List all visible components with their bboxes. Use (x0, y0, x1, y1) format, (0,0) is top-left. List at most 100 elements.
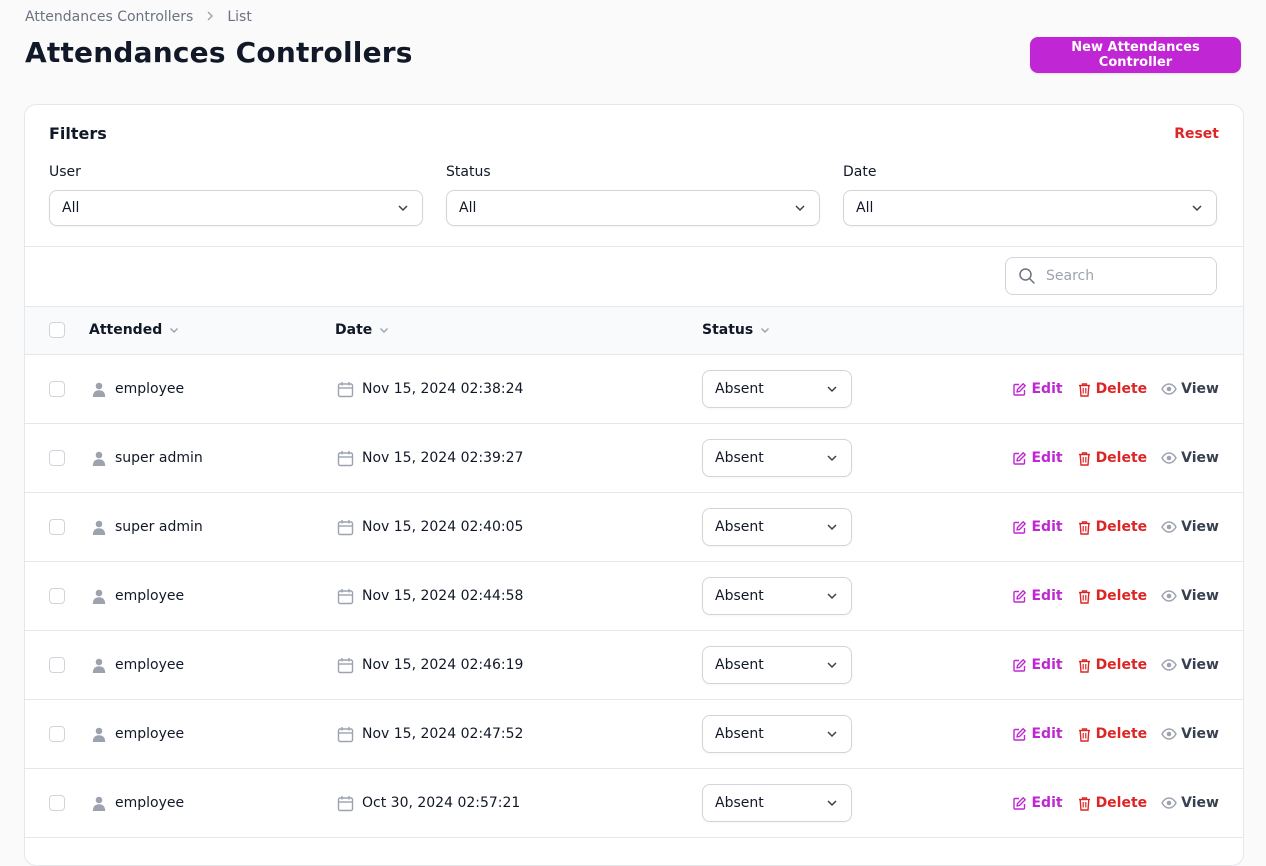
view-button[interactable]: View (1161, 795, 1219, 811)
status-select[interactable]: Absent (702, 577, 852, 615)
page-title: Attendances Controllers (25, 36, 413, 69)
edit-button[interactable]: Edit (1012, 726, 1063, 742)
date-cell: Nov 15, 2024 02:46:19 (337, 631, 523, 699)
calendar-icon (337, 381, 354, 397)
edit-icon (1013, 589, 1027, 603)
edit-label: Edit (1031, 588, 1063, 604)
edit-icon (1013, 658, 1027, 672)
row-checkbox[interactable] (49, 726, 65, 742)
date-cell: Nov 15, 2024 02:44:58 (337, 562, 523, 630)
date-cell: Nov 15, 2024 02:40:05 (337, 493, 523, 561)
view-button[interactable]: View (1161, 726, 1219, 742)
user-icon (92, 589, 106, 604)
row-checkbox[interactable] (49, 657, 65, 673)
table-row: employee Oct 30, 2024 02:57:21 Absent Ed… (25, 769, 1243, 838)
date-cell: Nov 15, 2024 02:47:52 (337, 700, 523, 768)
status-filter-select[interactable]: All (446, 190, 820, 226)
delete-button[interactable]: Delete (1077, 657, 1148, 673)
edit-button[interactable]: Edit (1012, 795, 1063, 811)
user-filter-select[interactable]: All (49, 190, 423, 226)
date-cell: Nov 15, 2024 02:39:27 (337, 424, 523, 492)
search-input[interactable] (1044, 267, 1198, 285)
status-select[interactable]: Absent (702, 646, 852, 684)
delete-label: Delete (1095, 657, 1148, 673)
row-actions: Edit Delete View (1012, 424, 1219, 492)
delete-button[interactable]: Delete (1077, 726, 1147, 742)
chevron-down-icon (761, 328, 770, 333)
attended-cell: employee (91, 355, 184, 423)
view-button[interactable]: View (1161, 519, 1219, 535)
select-all-checkbox[interactable] (49, 322, 65, 338)
column-date[interactable]: Date (335, 322, 390, 338)
view-label: View (1181, 450, 1219, 466)
edit-button[interactable]: Edit (1012, 657, 1063, 673)
date-filter-select[interactable]: All (843, 190, 1217, 226)
view-button[interactable]: View (1161, 588, 1219, 604)
edit-icon (1013, 520, 1027, 534)
calendar-icon (337, 450, 354, 466)
edit-button[interactable]: Edit (1012, 450, 1063, 466)
status-value: Absent (715, 726, 764, 742)
chevron-down-icon (170, 328, 179, 333)
column-attended[interactable]: Attended (89, 322, 180, 338)
view-button[interactable]: View (1161, 657, 1219, 673)
status-select[interactable]: Absent (702, 439, 852, 477)
row-checkbox[interactable] (49, 588, 65, 604)
trash-icon (1078, 796, 1090, 811)
eye-icon (1161, 521, 1177, 533)
trash-icon (1078, 589, 1090, 604)
status-select[interactable]: Absent (702, 715, 852, 753)
attendance-date: Nov 15, 2024 02:39:27 (362, 450, 524, 466)
row-checkbox[interactable] (49, 450, 65, 466)
chevron-down-icon (827, 386, 837, 393)
chevron-right-icon (205, 9, 215, 25)
table-row: employee Nov 15, 2024 02:38:24 Absent Ed… (25, 355, 1243, 424)
calendar-icon (337, 588, 354, 604)
attended-user: employee (115, 726, 185, 742)
delete-label: Delete (1095, 795, 1148, 811)
chevron-down-icon (827, 593, 837, 600)
delete-button[interactable]: Delete (1077, 519, 1148, 535)
attended-cell: employee (91, 631, 184, 699)
row-checkbox[interactable] (49, 381, 65, 397)
eye-icon (1161, 659, 1177, 671)
status-value: Absent (715, 381, 764, 397)
edit-button[interactable]: Edit (1012, 588, 1063, 604)
trash-icon (1078, 658, 1090, 673)
date-cell: Oct 30, 2024 02:57:21 (337, 769, 520, 837)
row-checkbox[interactable] (49, 519, 65, 535)
table-row: super admin Nov 15, 2024 02:39:27 Absent… (25, 424, 1243, 493)
eye-icon (1161, 728, 1177, 740)
view-button[interactable]: View (1161, 381, 1219, 397)
status-value: Absent (715, 588, 764, 604)
calendar-icon (337, 795, 354, 811)
attended-cell: employee (91, 700, 184, 768)
delete-button[interactable]: Delete (1077, 450, 1147, 466)
reset-filters-link[interactable]: Reset (1174, 126, 1219, 142)
status-select[interactable]: Absent (702, 370, 852, 408)
filters-divider (25, 246, 1243, 247)
trash-icon (1078, 520, 1090, 535)
column-status[interactable]: Status (702, 322, 771, 338)
delete-button[interactable]: Delete (1077, 795, 1148, 811)
attendance-date: Nov 15, 2024 02:47:52 (362, 726, 524, 742)
status-select[interactable]: Absent (702, 784, 852, 822)
attended-cell: employee (91, 562, 184, 630)
date-cell: Nov 15, 2024 02:38:24 (337, 355, 523, 423)
delete-button[interactable]: Delete (1077, 588, 1147, 604)
chevron-down-icon (827, 800, 837, 807)
search-box[interactable] (1005, 257, 1217, 295)
status-select[interactable]: Absent (702, 508, 852, 546)
edit-button[interactable]: Edit (1012, 381, 1063, 397)
table-row: employee Nov 15, 2024 02:46:19 Absent Ed… (25, 631, 1243, 700)
row-actions: Edit Delete View (1012, 700, 1219, 768)
delete-button[interactable]: Delete (1077, 381, 1147, 397)
new-attendances-controller-button[interactable]: New Attendances Controller (1030, 37, 1241, 73)
delete-label: Delete (1095, 519, 1148, 535)
breadcrumb-parent[interactable]: Attendances Controllers (25, 9, 193, 25)
row-checkbox[interactable] (49, 795, 65, 811)
chevron-down-icon (827, 731, 837, 738)
view-button[interactable]: View (1161, 450, 1219, 466)
column-status-label: Status (702, 322, 754, 338)
edit-button[interactable]: Edit (1012, 519, 1063, 535)
